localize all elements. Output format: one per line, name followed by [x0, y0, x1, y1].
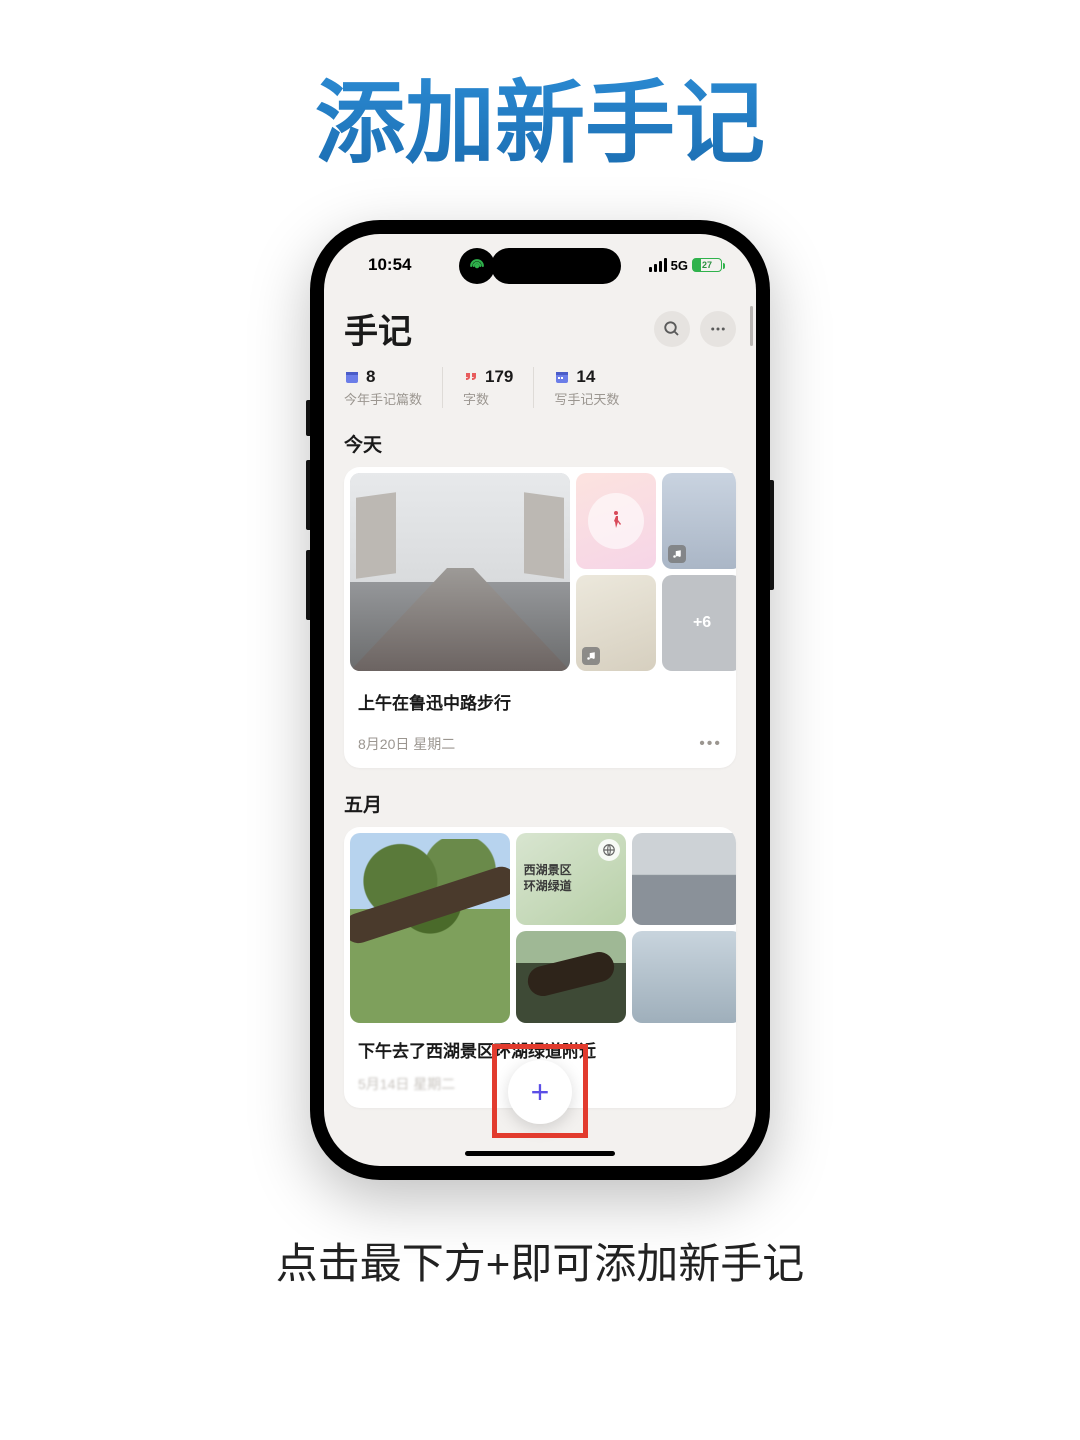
phone-power-button: [770, 480, 774, 590]
section-today: 今天: [344, 430, 736, 457]
music-badge-icon: [668, 545, 686, 563]
stat-entries[interactable]: 8 今年手记篇数: [344, 367, 442, 408]
stat-value: 179: [485, 367, 513, 387]
signal-icon: [649, 258, 667, 272]
photo-tile[interactable]: [662, 473, 736, 569]
section-may: 五月: [344, 790, 736, 817]
search-icon: [663, 320, 681, 338]
stat-value: 14: [576, 367, 595, 387]
quote-icon: [463, 369, 479, 385]
journal-icon: [344, 369, 360, 385]
dynamic-island[interactable]: [459, 248, 621, 284]
tutorial-highlight: [492, 1044, 588, 1138]
status-time: 10:54: [368, 255, 411, 275]
network-label: 5G: [671, 258, 688, 273]
stats-row: 8 今年手记篇数 179 字数 14 写手记天数: [344, 367, 736, 408]
music-badge-icon: [582, 647, 600, 665]
photo-tile[interactable]: [632, 833, 736, 925]
search-button[interactable]: [654, 311, 690, 347]
more-button[interactable]: [700, 311, 736, 347]
battery-icon: 27: [692, 258, 722, 272]
stat-label: 字数: [463, 389, 513, 408]
entry-date: 8月20日 星期二: [358, 734, 455, 754]
hotspot-indicator-icon[interactable]: [459, 248, 495, 284]
entry-title: 上午在鲁迅中路步行: [358, 689, 722, 714]
home-indicator[interactable]: [465, 1151, 615, 1156]
page-title: 手记: [344, 304, 412, 353]
phone-screen: 10:54 5G 27 手记: [324, 234, 756, 1166]
activity-tile[interactable]: [576, 473, 656, 569]
photo-tile[interactable]: [576, 575, 656, 671]
stat-label: 写手记天数: [554, 389, 619, 408]
more-photos-tile[interactable]: +6: [662, 575, 736, 671]
scroll-indicator[interactable]: [750, 306, 753, 346]
globe-icon: [598, 839, 620, 861]
more-count: +6: [693, 614, 711, 632]
tutorial-headline: 添加新手记: [315, 50, 765, 180]
photo-tile[interactable]: [350, 833, 510, 1023]
calendar-icon: [554, 369, 570, 385]
entry-more-button[interactable]: •••: [699, 735, 722, 753]
photo-tile[interactable]: [350, 473, 570, 671]
phone-mute-switch: [306, 400, 310, 436]
walking-icon: [604, 509, 628, 533]
location-tile[interactable]: 西湖景区 环湖绿道: [516, 833, 626, 925]
photo-tile[interactable]: [516, 931, 626, 1023]
app-content[interactable]: 手记 8 今年手记篇数: [324, 296, 756, 1166]
tutorial-caption: 点击最下方+即可添加新手记: [276, 1230, 805, 1291]
ellipsis-icon: [709, 320, 727, 338]
location-text: 西湖景区 环湖绿道: [524, 863, 618, 894]
phone-frame: 10:54 5G 27 手记: [310, 220, 770, 1180]
stat-label: 今年手记篇数: [344, 389, 422, 408]
stat-value: 8: [366, 367, 375, 387]
stat-days[interactable]: 14 写手记天数: [533, 367, 639, 408]
photo-tile[interactable]: [632, 931, 736, 1023]
journal-card[interactable]: +6 上午在鲁迅中路步行 8月20日 星期二 •••: [344, 467, 736, 768]
phone-volume-down: [306, 550, 310, 620]
phone-volume-up: [306, 460, 310, 530]
stat-words[interactable]: 179 字数: [442, 367, 533, 408]
